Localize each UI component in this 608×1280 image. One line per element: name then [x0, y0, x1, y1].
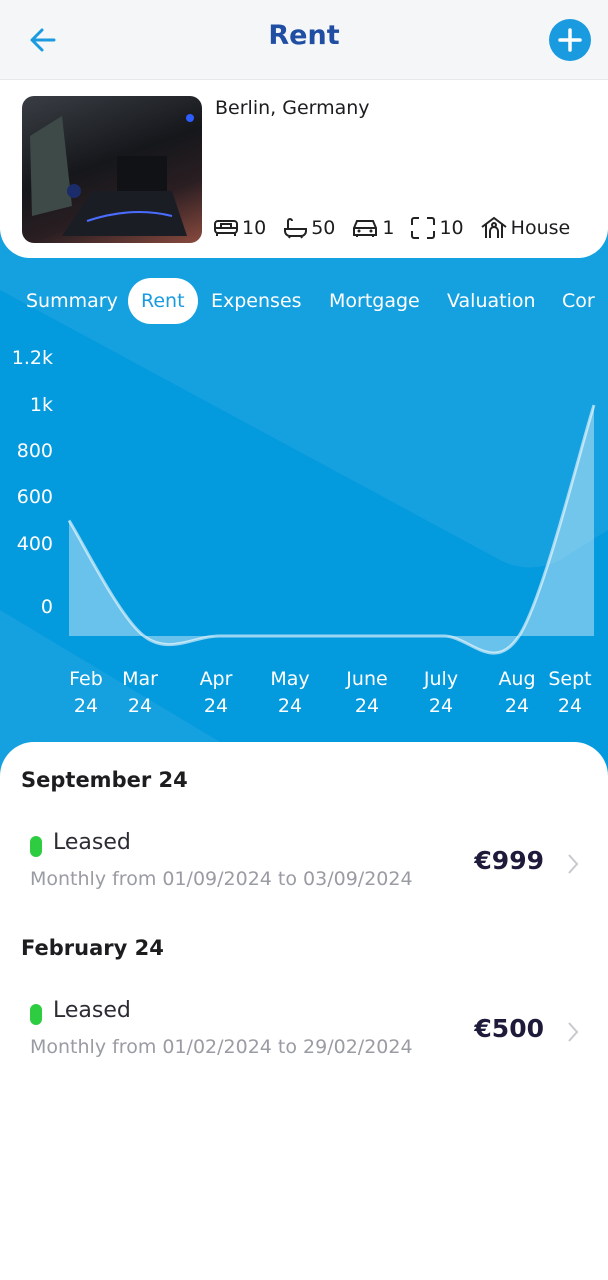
rent-entry[interactable]: Leased Monthly from 01/02/2024 to 29/02/… [0, 996, 608, 1076]
rent-entry[interactable]: Leased Monthly from 01/09/2024 to 03/09/… [0, 828, 608, 908]
status-indicator [30, 836, 42, 857]
month-heading: September 24 [21, 768, 188, 792]
month-heading: February 24 [21, 936, 164, 960]
x-tick-line: May [270, 668, 310, 690]
x-tick-label: May 24 [255, 666, 325, 720]
x-tick-label: June 24 [332, 666, 402, 720]
y-tick-label: 400 [16, 533, 53, 555]
entry-status: Leased [53, 998, 131, 1023]
x-tick-line: 24 [354, 695, 380, 717]
x-tick-label: July 24 [406, 666, 476, 720]
x-tick-line: 24 [203, 695, 229, 717]
x-tick-label: Apr 24 [181, 666, 251, 720]
x-tick-line: July [423, 668, 459, 690]
x-tick-line: Sept [548, 668, 592, 690]
entry-range: Monthly from 01/02/2024 to 29/02/2024 [30, 1036, 413, 1058]
x-tick-line: June [346, 668, 388, 690]
y-tick-label: 600 [16, 486, 53, 508]
x-tick-label: Sept 24 [535, 666, 605, 720]
entry-amount: €999 [474, 846, 544, 875]
rent-chart [67, 404, 596, 655]
y-tick-label: 800 [16, 440, 53, 462]
status-indicator [30, 1004, 42, 1025]
x-tick-line: 24 [277, 695, 303, 717]
y-tick-label: 0 [40, 596, 53, 618]
entry-status: Leased [53, 830, 131, 855]
series-line [67, 404, 596, 655]
entry-range: Monthly from 01/09/2024 to 03/09/2024 [30, 868, 413, 890]
series-area [69, 405, 594, 654]
x-tick-line: 24 [557, 695, 583, 717]
x-tick-line: 24 [127, 695, 153, 717]
y-tick-label: 1.2k [11, 347, 53, 369]
chevron-right-icon [568, 854, 579, 874]
x-tick-label: Mar 24 [105, 666, 175, 720]
x-tick-line: Apr [199, 668, 233, 690]
entry-amount: €500 [474, 1014, 544, 1043]
chevron-right-icon [568, 1022, 579, 1042]
rent-entries-sheet: September 24 Leased Monthly from 01/09/2… [0, 742, 608, 1280]
y-tick-label: 1k [29, 394, 53, 416]
x-tick-line: 24 [428, 695, 454, 717]
x-tick-line: Mar [122, 668, 158, 690]
